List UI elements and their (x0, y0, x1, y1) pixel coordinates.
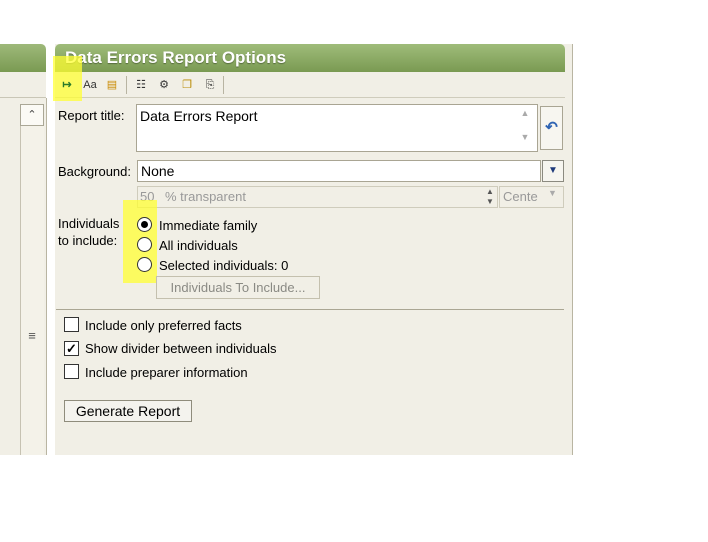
alignment-value: Cente (503, 189, 538, 204)
radio-selected-individuals[interactable] (137, 257, 152, 272)
background-select[interactable] (137, 160, 541, 182)
report-title-value: Data Errors Report (140, 108, 258, 124)
checkbox-label-preparer-info[interactable]: Include preparer information (85, 365, 248, 380)
checkbox-preparer-info[interactable] (64, 364, 79, 379)
scroll-up-icon[interactable]: ⌃ (20, 104, 44, 126)
individuals-to-include-button[interactable]: Individuals To Include... (156, 276, 320, 299)
layout-icon[interactable]: ☷ (132, 76, 150, 94)
panel-title: Data Errors Report Options (65, 48, 287, 67)
textarea-scroll-down-icon[interactable]: ▼ (518, 132, 532, 146)
textarea-scroll-up-icon[interactable]: ▲ (518, 108, 532, 122)
radio-label-immediate-family[interactable]: Immediate family (159, 218, 257, 233)
background-icon[interactable]: ▤ (103, 76, 121, 94)
report-options-icon[interactable]: ↦ (58, 76, 76, 94)
spin-up-icon[interactable]: ▲ (483, 187, 497, 197)
folder-open-icon[interactable]: ❐ (178, 76, 196, 94)
undo-icon[interactable]: ↶ (540, 106, 563, 150)
toolbar-separator (223, 76, 224, 94)
dropdown-arrow-icon[interactable]: ▼ (542, 160, 564, 182)
generate-report-button[interactable]: Generate Report (64, 400, 192, 422)
fonts-icon[interactable]: Aa (81, 76, 99, 94)
radio-selected-dot (141, 221, 148, 228)
checkbox-preferred-facts[interactable] (64, 317, 79, 332)
section-divider (56, 309, 564, 310)
spin-down-icon[interactable]: ▼ (483, 197, 497, 207)
radio-all-individuals[interactable] (137, 237, 152, 252)
individuals-label-line1: Individuals (58, 216, 120, 231)
checkbox-show-divider[interactable]: ✓ (64, 341, 79, 356)
left-panel-toolbar (0, 72, 46, 98)
transparency-unit: % transparent (165, 189, 246, 204)
radio-label-all-individuals[interactable]: All individuals (159, 238, 238, 253)
toolbar-separator (126, 76, 127, 94)
checkbox-label-preferred-facts[interactable]: Include only preferred facts (85, 318, 242, 333)
scroll-grip-icon[interactable]: ≡ (22, 328, 42, 344)
left-scrollbar[interactable] (20, 104, 44, 455)
tools-icon[interactable]: ⚙ (155, 76, 173, 94)
report-title-label: Report title: (58, 108, 125, 123)
background-label: Background: (58, 164, 131, 179)
background-value: None (141, 163, 175, 179)
individuals-label-line2: to include: (58, 233, 118, 248)
checkmark-icon: ✓ (66, 341, 77, 356)
radio-label-selected-individuals[interactable]: Selected individuals: 0 (159, 258, 288, 273)
left-panel-header (0, 44, 46, 72)
paste-icon[interactable]: ⎘ (201, 76, 219, 94)
chevron-down-icon[interactable]: ▼ (548, 188, 557, 198)
checkbox-label-show-divider[interactable]: Show divider between individuals (85, 341, 277, 356)
